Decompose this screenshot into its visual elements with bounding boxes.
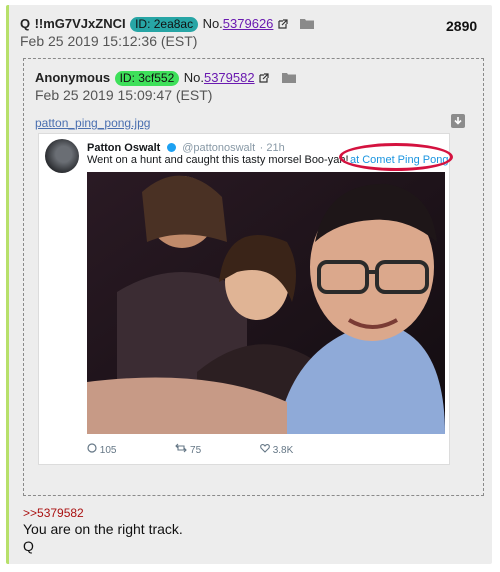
poster-id-badge[interactable]: ID: 2ea8ac [130, 17, 199, 32]
post-number[interactable]: 5379626 [223, 16, 274, 31]
post-author: Q [20, 16, 31, 31]
tweet-handle: @pattonoswalt [182, 142, 256, 154]
post-header: Q !!mG7VJxZNCI ID: 2ea8ac No.5379626 [20, 15, 315, 33]
quoted-date: Feb 25 2019 15:09:47 (EST) [35, 87, 213, 103]
tweet-stats: 105 75 3.8K [87, 443, 349, 456]
reply-stat[interactable]: 105 [87, 443, 144, 456]
retweet-icon [175, 443, 188, 453]
quoted-author: Anonymous [35, 70, 111, 85]
tweet-image[interactable]: Patton Oswalt @pattonoswalt · 21h Went o… [38, 133, 453, 465]
reply-icon [87, 443, 97, 453]
post-date: Feb 25 2019 15:12:36 (EST) [20, 33, 198, 49]
external-link-icon[interactable] [259, 73, 269, 83]
post-container: Q !!mG7VJxZNCI ID: 2ea8ac No.5379626 289… [6, 5, 492, 564]
heart-icon [260, 443, 270, 453]
like-stat[interactable]: 3.8K [260, 443, 321, 456]
folder-icon[interactable] [300, 18, 315, 29]
external-link-icon[interactable] [278, 19, 288, 29]
tweet-text: Went on a hunt and caught this tasty mor… [87, 154, 349, 166]
quoted-id-badge[interactable]: ID: 3cf552 [114, 71, 180, 86]
quoted-number-link[interactable]: No.5379582 [184, 70, 255, 85]
post-tripcode: !!mG7VJxZNCI [34, 16, 126, 31]
retweet-stat[interactable]: 75 [175, 443, 229, 456]
post-no-prefix: No. [202, 16, 223, 31]
tweet-photo [87, 172, 445, 434]
download-icon[interactable] [451, 114, 465, 128]
red-highlight-circle [339, 143, 453, 171]
like-count: 3.8K [272, 445, 294, 456]
verified-badge-icon [166, 143, 176, 152]
reply-backlink[interactable]: >>5379582 [23, 506, 84, 520]
post-number-link[interactable]: No.5379626 [203, 16, 274, 31]
reply-count: 105 [99, 445, 117, 456]
message-line-1: You are on the right track. [23, 521, 183, 537]
quoted-number[interactable]: 5379582 [204, 70, 255, 85]
retweet-count: 75 [190, 445, 202, 456]
image-filename-link[interactable]: patton_ping_pong.jpg [35, 116, 150, 130]
avatar [45, 139, 79, 173]
folder-icon[interactable] [281, 72, 296, 83]
message-line-2: Q [23, 538, 34, 554]
tweet-age: · 21h [259, 142, 285, 154]
post-count: 2890 [446, 18, 478, 34]
quoted-no-prefix: No. [183, 70, 204, 85]
tweet-author-name: Patton Oswalt [87, 142, 161, 154]
quoted-header: Anonymous ID: 3cf552 No.5379582 [35, 69, 296, 87]
quoted-post: Anonymous ID: 3cf552 No.5379582 Feb 25 2… [23, 58, 484, 496]
